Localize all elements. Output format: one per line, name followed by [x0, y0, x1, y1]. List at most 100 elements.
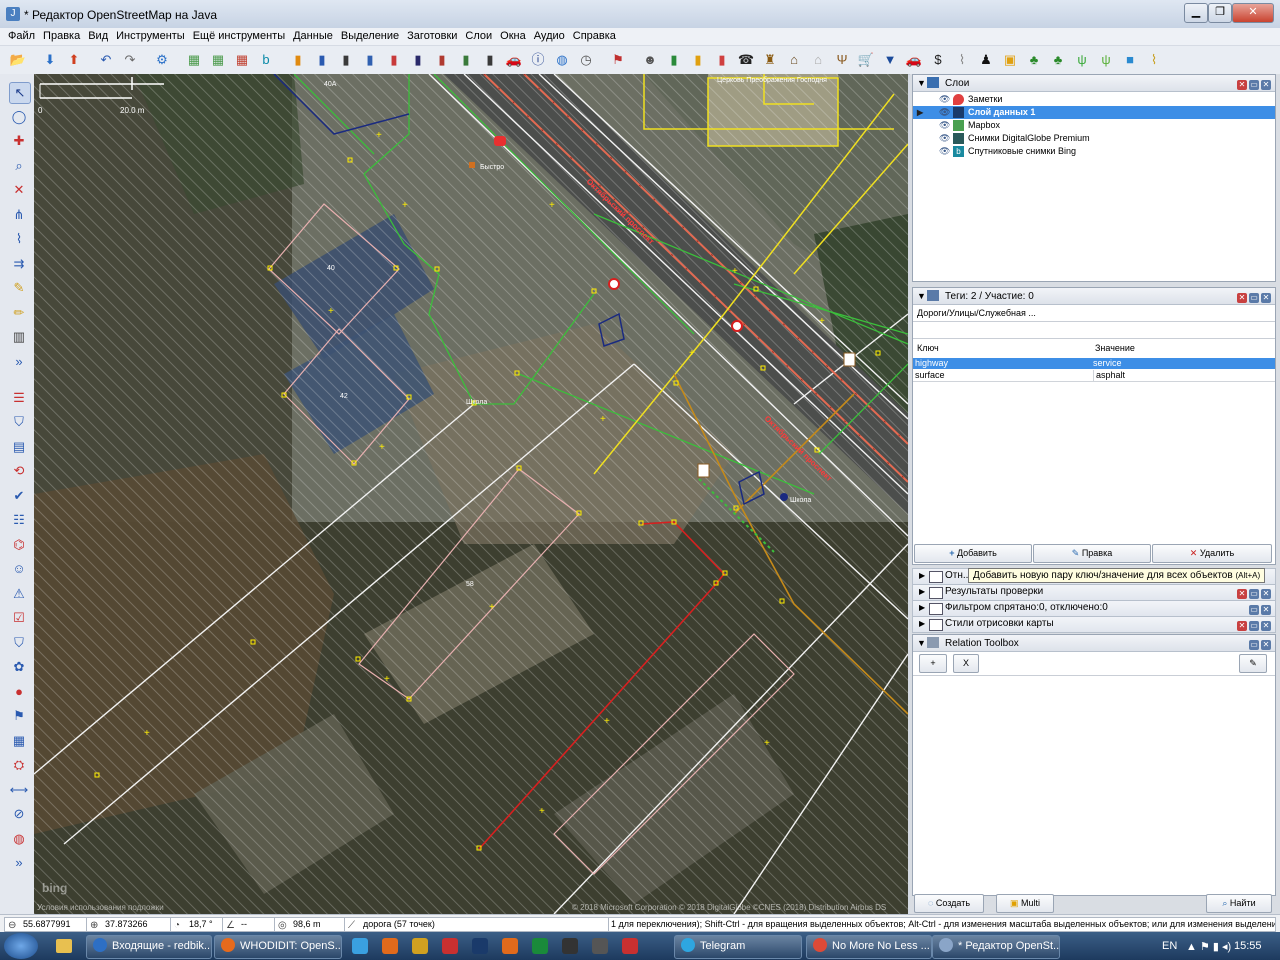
- preset-icon[interactable]: ▮: [664, 50, 684, 70]
- tag-row[interactable]: surface asphalt: [913, 370, 1275, 382]
- validator-icon[interactable]: ✔: [9, 486, 29, 506]
- filter-panel-header[interactable]: ▶ Фильтром спрятано:0, отключено:0 ▭ ✕: [912, 600, 1276, 617]
- column-value[interactable]: Значение: [1095, 343, 1135, 353]
- close-panel-icon[interactable]: ✕: [1261, 621, 1271, 631]
- undo-icon[interactable]: ↶: [96, 50, 116, 70]
- tag-row[interactable]: highway service: [913, 358, 1275, 369]
- download-icon[interactable]: ⬇: [40, 50, 60, 70]
- tray-icons[interactable]: ▲ ⚑ ▮ ◂): [1186, 940, 1231, 953]
- pencil-icon[interactable]: ✏: [9, 303, 29, 323]
- language-indicator[interactable]: EN: [1162, 940, 1177, 952]
- multi-button[interactable]: ▣ Multi: [996, 894, 1054, 913]
- open-icon[interactable]: 📂: [8, 50, 28, 70]
- relations-icon[interactable]: ⌬: [9, 535, 29, 555]
- hide-panel-icon[interactable]: ✕: [1237, 80, 1247, 90]
- menu-more-tools[interactable]: Ещё инструменты: [189, 28, 289, 44]
- edit-tag-button[interactable]: ✎ Правка: [1033, 544, 1151, 563]
- explorer-icon[interactable]: [56, 939, 72, 953]
- eye-icon[interactable]: 👁: [939, 106, 950, 119]
- preset-icon[interactable]: ▮: [456, 50, 476, 70]
- square-icon[interactable]: ■: [1120, 50, 1140, 70]
- taskbar-item[interactable]: WHODIDIT: OpenS...: [214, 935, 342, 959]
- layer-row-mapbox[interactable]: 👁 Mapbox: [913, 119, 1275, 132]
- flag-icon[interactable]: ⚑: [608, 50, 628, 70]
- menu-audio[interactable]: Аудио: [530, 28, 569, 44]
- no-entry-icon[interactable]: [731, 320, 743, 332]
- car-icon[interactable]: 🚗: [504, 50, 524, 70]
- clock-icon[interactable]: ◷: [576, 50, 596, 70]
- menu-tools[interactable]: Инструменты: [112, 28, 189, 44]
- author-icon[interactable]: ☺: [9, 559, 29, 579]
- app-icon[interactable]: [472, 938, 488, 954]
- changeset-icon[interactable]: ⟷: [9, 780, 29, 800]
- map-style-panel-header[interactable]: ▶ Стили отрисовки карты ✕ ▭ ✕: [912, 616, 1276, 633]
- taskbar-item[interactable]: * Редактор OpenSt...: [932, 935, 1060, 959]
- validator-panel-header[interactable]: ▶ Результаты проверки ✕ ▭ ✕: [912, 584, 1276, 601]
- minimize-button[interactable]: ▁: [1184, 3, 1208, 23]
- notes-icon[interactable]: ●: [9, 682, 29, 702]
- menu-edit[interactable]: Правка: [39, 28, 84, 44]
- clip-icon[interactable]: ⌇: [952, 50, 972, 70]
- imagery-icon[interactable]: ▦: [208, 50, 228, 70]
- app-icon[interactable]: [592, 938, 608, 954]
- menu-data[interactable]: Данные: [289, 28, 337, 44]
- menu-windows[interactable]: Окна: [496, 28, 530, 44]
- select-icon[interactable]: ↖: [9, 82, 31, 104]
- imagery-icon[interactable]: ▦: [232, 50, 252, 70]
- find-button[interactable]: ⌕ Найти: [1206, 894, 1272, 913]
- hide-panel-icon[interactable]: ✕: [1237, 293, 1247, 303]
- detach-icon[interactable]: ▭: [1249, 621, 1259, 631]
- close-panel-icon[interactable]: ✕: [1261, 640, 1271, 650]
- taskbar-item[interactable]: No More No Less ...: [806, 935, 932, 959]
- castle-icon[interactable]: ♜: [760, 50, 780, 70]
- menu-presets[interactable]: Заготовки: [403, 28, 461, 44]
- preferences-icon[interactable]: ⚙: [152, 50, 172, 70]
- hide-panel-icon[interactable]: ✕: [1237, 589, 1247, 599]
- split-icon[interactable]: ⌇: [9, 229, 29, 249]
- history-icon[interactable]: ⟲: [9, 461, 29, 481]
- close-panel-icon[interactable]: ✕: [1261, 589, 1271, 599]
- dollar-icon[interactable]: $: [928, 50, 948, 70]
- filter-icon[interactable]: ⛉: [9, 412, 29, 432]
- maximize-button[interactable]: ❐: [1208, 3, 1232, 23]
- menu-selection[interactable]: Выделение: [337, 28, 403, 44]
- detach-icon[interactable]: ▭: [1249, 293, 1259, 303]
- car-icon[interactable]: 🚗: [904, 50, 924, 70]
- delete-tag-button[interactable]: ✕ Удалить: [1152, 544, 1272, 563]
- clock[interactable]: 15:55: [1234, 940, 1262, 952]
- menu-help[interactable]: Справка: [569, 28, 620, 44]
- layer-row-data[interactable]: ▶ 👁 Слой данных 1: [913, 106, 1275, 119]
- select-dialog-icon[interactable]: ▤: [9, 437, 29, 457]
- fork-icon[interactable]: Ψ: [832, 50, 852, 70]
- relation-toolbox-icon[interactable]: ⛭: [9, 755, 29, 775]
- lasso-icon[interactable]: ◯: [9, 107, 29, 127]
- fuel-icon[interactable]: [494, 136, 506, 146]
- building-icon[interactable]: ▥: [9, 327, 29, 347]
- detach-icon[interactable]: ▭: [1249, 589, 1259, 599]
- eye-icon[interactable]: 👁: [939, 132, 950, 145]
- bing-icon[interactable]: b: [256, 50, 276, 70]
- map-view[interactable]: + + + + + + + + + + + + + + + Церковь Преображения…: [34, 74, 908, 914]
- eye-icon[interactable]: 👁: [939, 93, 950, 106]
- remove-relation-button[interactable]: X: [953, 654, 979, 673]
- shop-icon[interactable]: [469, 162, 475, 168]
- taskbar-item[interactable]: Telegram: [674, 935, 802, 959]
- edit-relation-button[interactable]: ✎: [1239, 654, 1267, 673]
- close-button[interactable]: ✕: [1232, 3, 1274, 23]
- note-icon[interactable]: ⚑: [9, 706, 29, 726]
- shortcut-icon[interactable]: ⊘: [9, 804, 29, 824]
- preset-icon[interactable]: ▮: [688, 50, 708, 70]
- validation-icon[interactable]: ☑: [9, 608, 29, 628]
- wheat-icon[interactable]: ⌇: [1144, 50, 1164, 70]
- menu-layers[interactable]: Слои: [461, 28, 496, 44]
- imagery-icon[interactable]: ▦: [9, 731, 29, 751]
- preset-icon[interactable]: ▮: [336, 50, 356, 70]
- app-icon[interactable]: [532, 938, 548, 954]
- parallel-icon[interactable]: ⇉: [9, 254, 29, 274]
- preset-icon[interactable]: ▮: [360, 50, 380, 70]
- ruler-icon[interactable]: ✎: [9, 278, 29, 298]
- preset-icon[interactable]: ▮: [432, 50, 452, 70]
- tree-icon[interactable]: ♣: [1048, 50, 1068, 70]
- detach-icon[interactable]: ▭: [1249, 80, 1259, 90]
- school-icon[interactable]: [780, 493, 788, 501]
